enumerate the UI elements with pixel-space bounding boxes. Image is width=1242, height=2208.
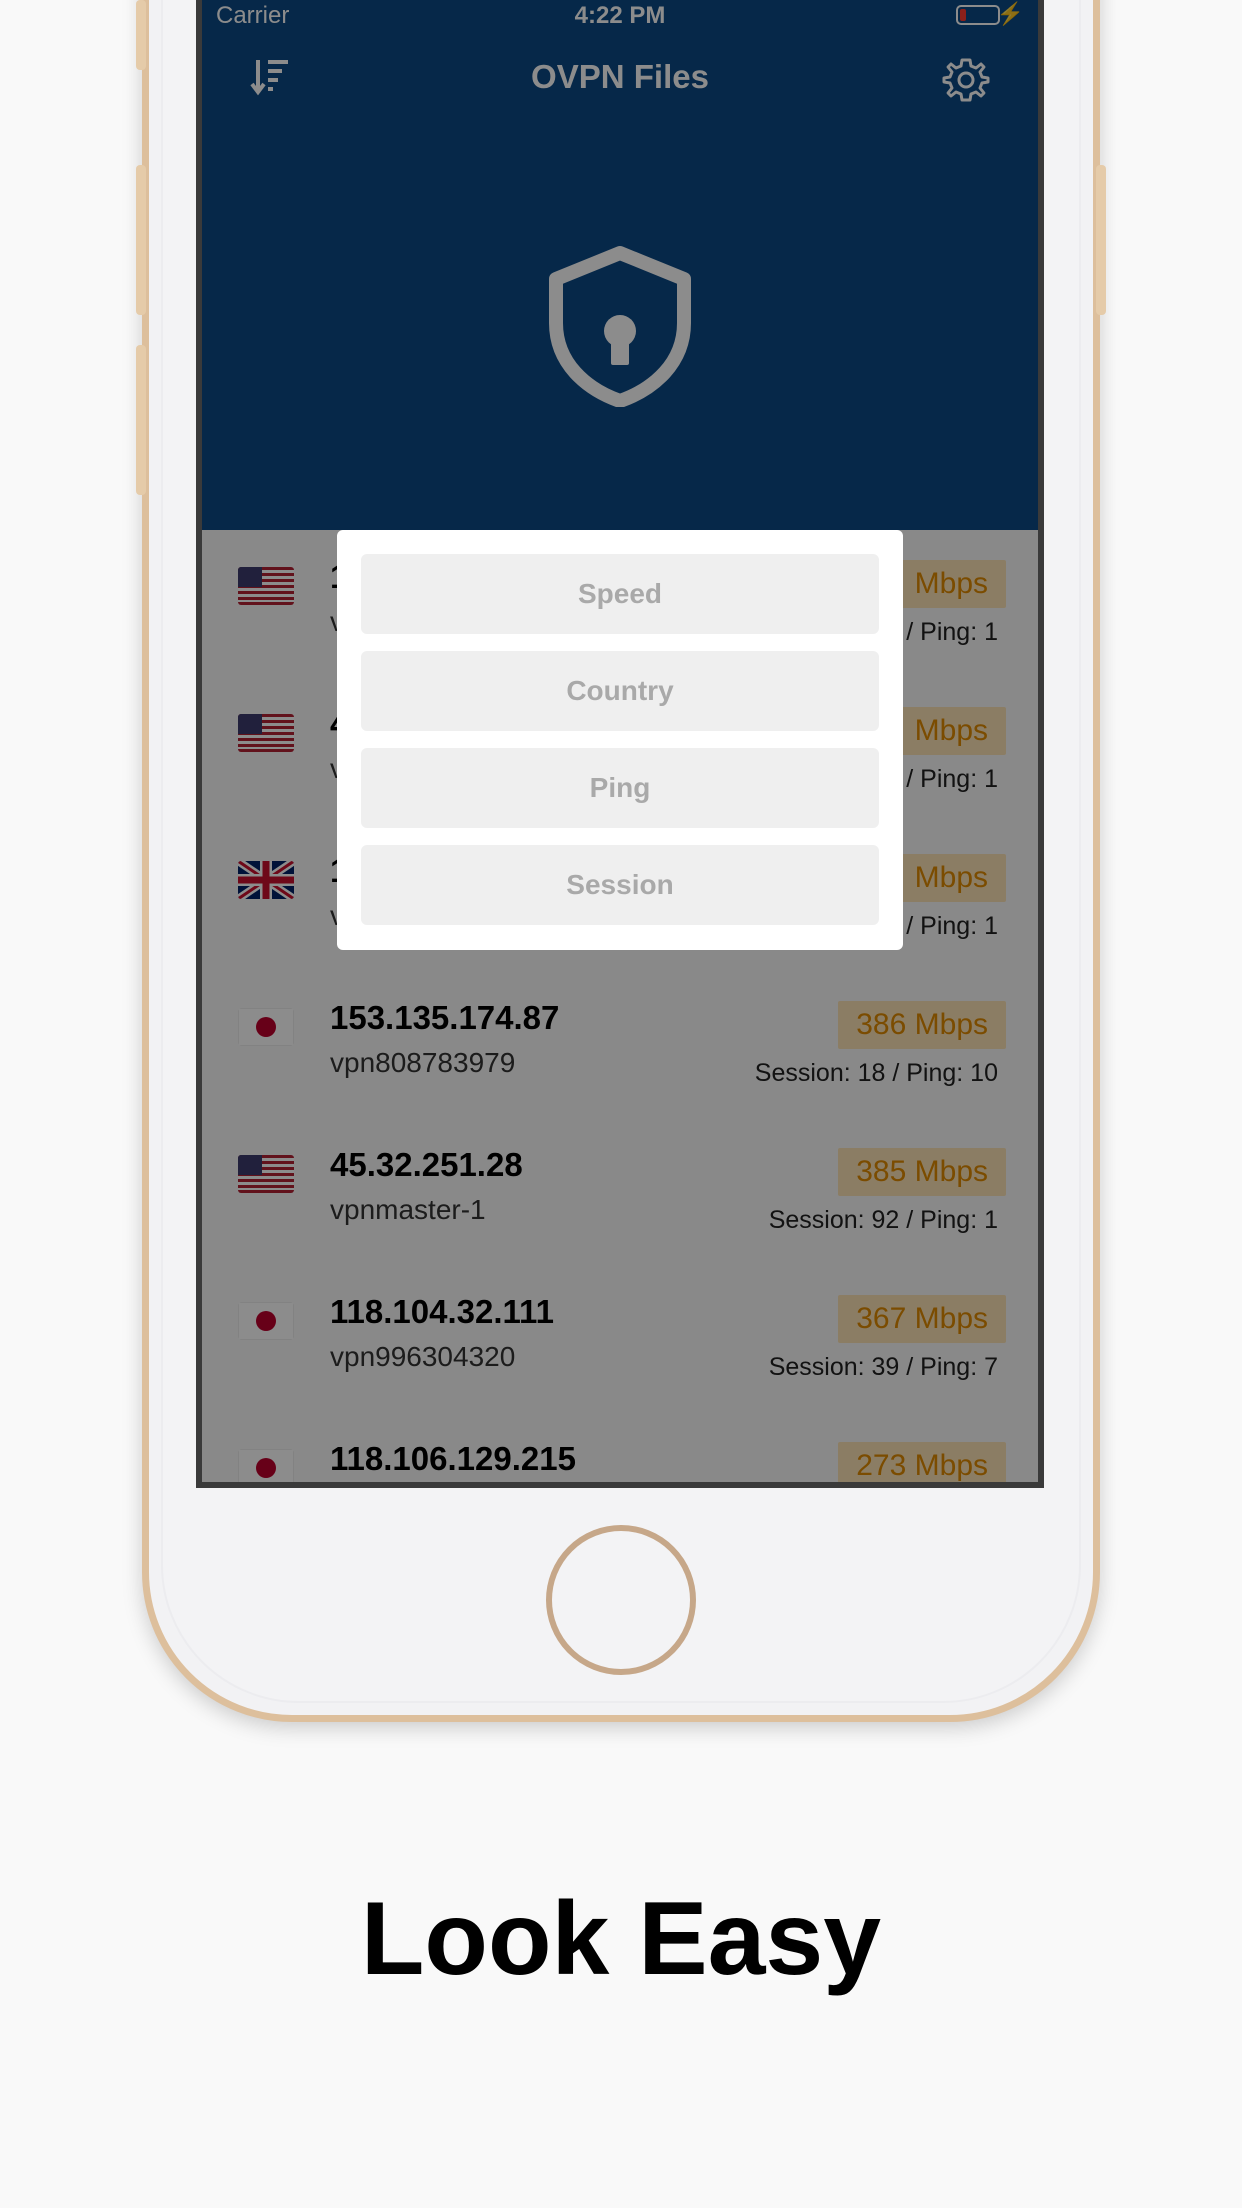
side-button-left-3 bbox=[136, 345, 146, 495]
tagline: Look Easy bbox=[360, 1881, 882, 1997]
sort-option-speed[interactable]: Speed bbox=[361, 554, 879, 634]
side-button-left-2 bbox=[136, 165, 146, 315]
phone-screen: Carrier 4:22 PM ⚡ OVPN Files Mbps / Ping… bbox=[196, 0, 1044, 1488]
side-button-right bbox=[1096, 165, 1106, 315]
sort-menu: Speed Country Ping Session bbox=[337, 530, 903, 950]
sort-option-country[interactable]: Country bbox=[361, 651, 879, 731]
side-button-left-1 bbox=[136, 0, 146, 70]
sort-option-ping[interactable]: Ping bbox=[361, 748, 879, 828]
home-button[interactable] bbox=[546, 1525, 696, 1675]
sort-option-session[interactable]: Session bbox=[361, 845, 879, 925]
